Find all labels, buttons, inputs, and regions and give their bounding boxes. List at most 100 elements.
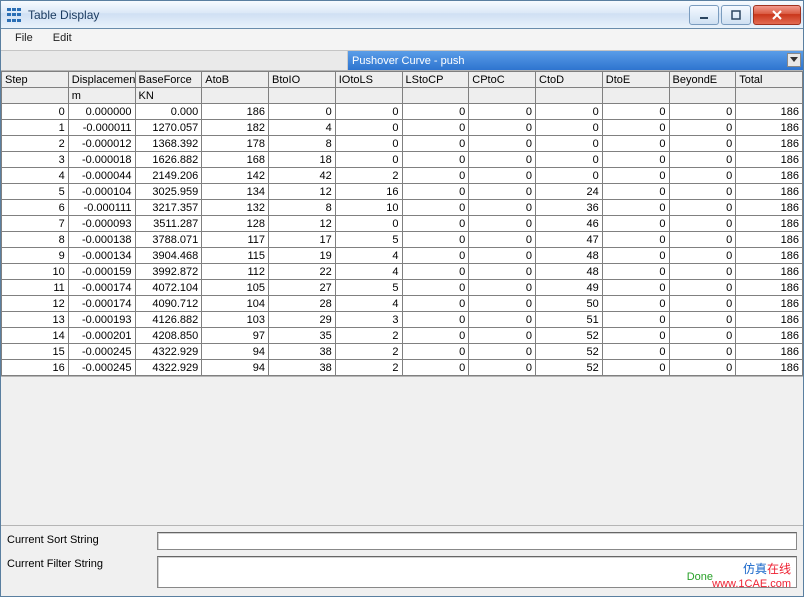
table-cell[interactable]: 15 xyxy=(2,344,69,360)
table-cell[interactable]: 0 xyxy=(335,216,402,232)
table-row[interactable]: 16-0.0002454322.92994382005200186 xyxy=(2,360,803,376)
table-cell[interactable]: 0 xyxy=(669,360,736,376)
table-cell[interactable]: 0 xyxy=(602,136,669,152)
table-cell[interactable]: 4 xyxy=(335,264,402,280)
close-button[interactable] xyxy=(753,5,801,25)
table-cell[interactable]: 3 xyxy=(2,152,69,168)
table-cell[interactable]: -0.000018 xyxy=(68,152,135,168)
table-cell[interactable]: 97 xyxy=(202,328,269,344)
table-cell[interactable]: 4322.929 xyxy=(135,360,202,376)
table-cell[interactable]: 4072.104 xyxy=(135,280,202,296)
table-row[interactable]: 8-0.0001383788.071117175004700186 xyxy=(2,232,803,248)
table-cell[interactable]: -0.000104 xyxy=(68,184,135,200)
table-cell[interactable]: 51 xyxy=(536,312,603,328)
table-cell[interactable]: 2 xyxy=(335,360,402,376)
column-header[interactable]: Step xyxy=(2,72,69,88)
table-cell[interactable]: 5 xyxy=(2,184,69,200)
table-cell[interactable]: 42 xyxy=(269,168,336,184)
table-cell[interactable]: 52 xyxy=(536,344,603,360)
table-cell[interactable]: 3 xyxy=(335,312,402,328)
table-cell[interactable]: -0.000011 xyxy=(68,120,135,136)
table-cell[interactable]: 0 xyxy=(469,120,536,136)
table-cell[interactable]: 3904.468 xyxy=(135,248,202,264)
table-cell[interactable]: 0 xyxy=(469,232,536,248)
table-cell[interactable]: 142 xyxy=(202,168,269,184)
table-cell[interactable]: 0 xyxy=(536,152,603,168)
table-row[interactable]: 6-0.0001113217.357132810003600186 xyxy=(2,200,803,216)
column-header[interactable]: CPtoC xyxy=(469,72,536,88)
table-cell[interactable]: 0 xyxy=(402,168,469,184)
table-cell[interactable]: 18 xyxy=(269,152,336,168)
table-cell[interactable]: 24 xyxy=(536,184,603,200)
table-cell[interactable]: -0.000174 xyxy=(68,280,135,296)
table-cell[interactable]: 0 xyxy=(536,168,603,184)
column-header[interactable]: AtoB xyxy=(202,72,269,88)
table-cell[interactable]: 0 xyxy=(669,136,736,152)
table-cell[interactable]: 9 xyxy=(2,248,69,264)
table-cell[interactable]: 2 xyxy=(335,168,402,184)
table-cell[interactable]: 0 xyxy=(602,360,669,376)
table-cell[interactable]: 0 xyxy=(469,200,536,216)
chevron-down-icon[interactable] xyxy=(787,53,801,67)
table-cell[interactable]: 0 xyxy=(469,104,536,120)
table-cell[interactable]: 16 xyxy=(2,360,69,376)
table-cell[interactable]: 10 xyxy=(335,200,402,216)
menu-file[interactable]: File xyxy=(5,29,43,50)
table-cell[interactable]: 0 xyxy=(469,184,536,200)
table-cell[interactable]: 4 xyxy=(269,120,336,136)
table-cell[interactable]: 36 xyxy=(536,200,603,216)
table-cell[interactable]: 186 xyxy=(736,344,803,360)
table-cell[interactable]: 50 xyxy=(536,296,603,312)
column-header[interactable]: Displacemen xyxy=(68,72,135,88)
table-cell[interactable]: 105 xyxy=(202,280,269,296)
table-cell[interactable]: 48 xyxy=(536,248,603,264)
table-cell[interactable]: 38 xyxy=(269,344,336,360)
table-cell[interactable]: 0 xyxy=(602,216,669,232)
table-cell[interactable]: 10 xyxy=(2,264,69,280)
table-cell[interactable]: 52 xyxy=(536,360,603,376)
table-cell[interactable]: 0 xyxy=(469,296,536,312)
table-cell[interactable]: 0 xyxy=(469,280,536,296)
table-cell[interactable]: 186 xyxy=(202,104,269,120)
table-cell[interactable]: 0 xyxy=(669,344,736,360)
table-cell[interactable]: 0 xyxy=(669,312,736,328)
table-cell[interactable]: 12 xyxy=(269,184,336,200)
table-cell[interactable]: 1270.057 xyxy=(135,120,202,136)
table-cell[interactable]: 186 xyxy=(736,184,803,200)
titlebar[interactable]: Table Display xyxy=(1,1,803,29)
table-cell[interactable]: 7 xyxy=(2,216,69,232)
table-cell[interactable]: 186 xyxy=(736,200,803,216)
table-cell[interactable]: 1 xyxy=(2,120,69,136)
table-cell[interactable]: 49 xyxy=(536,280,603,296)
table-cell[interactable]: 3992.872 xyxy=(135,264,202,280)
table-cell[interactable]: 0 xyxy=(335,104,402,120)
table-cell[interactable]: 2 xyxy=(335,328,402,344)
table-cell[interactable]: 0 xyxy=(669,200,736,216)
table-row[interactable]: 10-0.0001593992.872112224004800186 xyxy=(2,264,803,280)
table-cell[interactable]: -0.000159 xyxy=(68,264,135,280)
table-cell[interactable]: 186 xyxy=(736,104,803,120)
table-cell[interactable]: 4 xyxy=(2,168,69,184)
table-cell[interactable]: 0 xyxy=(602,296,669,312)
table-cell[interactable]: 8 xyxy=(2,232,69,248)
table-row[interactable]: 4-0.0000442149.20614242200000186 xyxy=(2,168,803,184)
table-cell[interactable]: 2149.206 xyxy=(135,168,202,184)
table-cell[interactable]: 0 xyxy=(536,104,603,120)
table-cell[interactable]: 46 xyxy=(536,216,603,232)
table-cell[interactable]: 0 xyxy=(469,248,536,264)
table-cell[interactable]: 117 xyxy=(202,232,269,248)
table-cell[interactable]: 186 xyxy=(736,232,803,248)
maximize-button[interactable] xyxy=(721,5,751,25)
table-cell[interactable]: 186 xyxy=(736,264,803,280)
table-cell[interactable]: 178 xyxy=(202,136,269,152)
table-cell[interactable]: 17 xyxy=(269,232,336,248)
curve-selector[interactable]: Pushover Curve - push xyxy=(348,51,803,70)
table-cell[interactable]: 0 xyxy=(402,104,469,120)
table-row[interactable]: 00.0000000.0001860000000186 xyxy=(2,104,803,120)
table-cell[interactable]: -0.000245 xyxy=(68,360,135,376)
table-row[interactable]: 2-0.0000121368.3921788000000186 xyxy=(2,136,803,152)
table-cell[interactable]: 104 xyxy=(202,296,269,312)
table-cell[interactable]: 0 xyxy=(469,216,536,232)
table-cell[interactable]: 0 xyxy=(402,328,469,344)
table-cell[interactable]: 0 xyxy=(469,328,536,344)
